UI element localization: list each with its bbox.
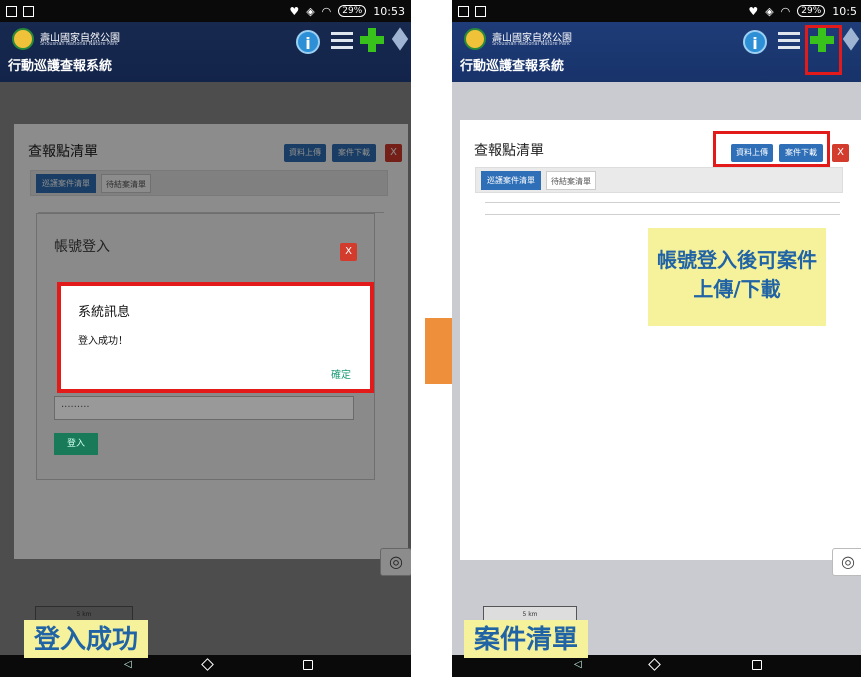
app-header: 壽山國家自然公園 Shoushan National Nature Park 行… (452, 22, 861, 82)
system-message-dialog: 系統訊息 登入成功！ 確定 (57, 282, 374, 393)
layers-icon[interactable] (391, 32, 411, 48)
dialog-ok-button[interactable]: 確定 (331, 366, 351, 381)
left-screen: ♥ ◈ ◠ 29% 10:53 壽山國家自然公園 Shoushan Nation… (0, 0, 411, 677)
status-bar: ♥ ◈ ◠ 29% 10:5 (452, 0, 861, 22)
note-upload-download: 帳號登入後可案件上傳/下載 (648, 228, 826, 326)
park-logo (12, 28, 34, 50)
location-icon: ♥ (289, 4, 300, 18)
nav-bar: ◁ (452, 655, 861, 677)
clock: 10:53 (373, 4, 405, 18)
sim-icon (23, 5, 34, 17)
nav-bar: ◁ (0, 655, 411, 677)
wifi-icon: ◠ (321, 4, 332, 18)
app-header: 壽山國家自然公園 Shoushan National Nature Park 行… (0, 22, 411, 82)
tab-pending-cases[interactable]: 待結案清單 (546, 171, 596, 190)
recent-apps-icon[interactable] (752, 660, 762, 670)
checkpoint-panel: 查報點清單 資料上傳 案件下載 X 巡護案件清單 待結案清單 (460, 120, 861, 560)
divider (485, 202, 840, 203)
divider (485, 214, 840, 215)
dialog-title: 系統訊息 (78, 305, 131, 320)
recent-apps-icon[interactable] (303, 660, 313, 670)
nfc-icon: ◈ (765, 4, 774, 18)
home-icon[interactable] (201, 658, 214, 671)
add-icon[interactable] (360, 28, 384, 52)
back-icon[interactable]: ◁ (574, 659, 582, 670)
sim-icon (475, 5, 486, 17)
panel-close-button[interactable]: X (832, 144, 849, 162)
login-close-button[interactable]: X (340, 243, 357, 261)
tab-patrol-cases[interactable]: 巡護案件清單 (481, 171, 541, 190)
right-screen: ♥ ◈ ◠ 29% 10:5 壽山國家自然公園 Shoushan Nationa… (452, 0, 861, 677)
park-name-en: Shoushan National Nature Park (492, 41, 570, 47)
info-icon[interactable]: i (743, 30, 767, 54)
login-title: 帳號登入 (54, 239, 110, 255)
list-menu-icon[interactable] (331, 32, 353, 50)
wifi-icon: ◠ (780, 4, 791, 18)
caption-case-list: 案件清單 (464, 620, 589, 658)
panel-title: 查報點清單 (474, 143, 544, 159)
login-button[interactable]: 登入 (54, 433, 98, 455)
caption-login-success: 登入成功 (24, 620, 149, 658)
locate-icon[interactable]: ◎ (832, 548, 861, 576)
nfc-icon: ◈ (306, 4, 315, 18)
buttons-highlight (713, 131, 830, 167)
clock: 10:5 (832, 4, 857, 18)
app-title: 行動巡護查報系統 (8, 59, 113, 74)
park-logo (464, 28, 486, 50)
screenshot-icon (6, 5, 17, 17)
battery-indicator: 29% (797, 5, 826, 17)
home-icon[interactable] (648, 658, 661, 671)
scale-bar: 5 km (483, 606, 577, 621)
screenshot-icon (458, 5, 469, 17)
info-icon[interactable]: i (296, 30, 320, 54)
layers-icon[interactable] (842, 32, 861, 48)
back-icon[interactable]: ◁ (124, 659, 132, 670)
password-field[interactable]: ········· (54, 396, 354, 420)
status-bar: ♥ ◈ ◠ 29% 10:53 (0, 0, 411, 22)
battery-indicator: 29% (338, 5, 367, 17)
location-icon: ♥ (748, 4, 759, 18)
tab-bar: 巡護案件清單 待結案清單 (475, 167, 843, 193)
list-menu-icon[interactable] (778, 32, 800, 50)
add-icon-highlight (805, 25, 842, 75)
app-title: 行動巡護查報系統 (460, 59, 565, 74)
park-name-en: Shoushan National Nature Park (40, 41, 118, 47)
dialog-message: 登入成功！ (78, 336, 128, 347)
